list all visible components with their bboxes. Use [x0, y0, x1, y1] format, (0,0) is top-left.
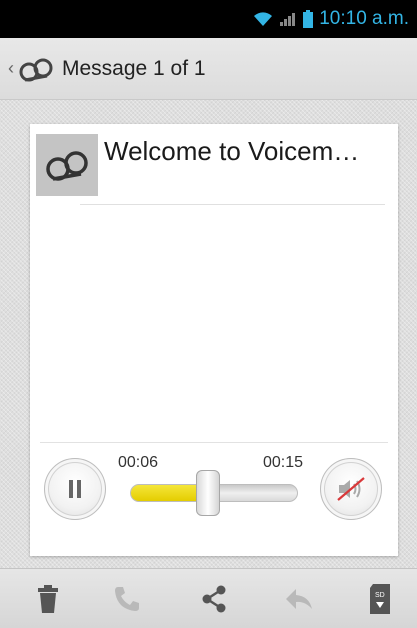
wifi-icon — [253, 11, 273, 27]
svg-text:SD: SD — [375, 592, 385, 599]
divider — [80, 204, 385, 205]
share-button[interactable] — [184, 569, 244, 628]
pause-button[interactable] — [44, 458, 106, 520]
message-card: Welcome to Voicem… 00:06 00:15 — [30, 124, 398, 556]
phone-icon — [115, 587, 139, 611]
share-icon — [202, 585, 226, 613]
total-time: 00:15 — [263, 454, 304, 471]
pause-icon — [69, 480, 81, 498]
speaker-muted-icon — [337, 477, 365, 501]
signal-icon — [279, 11, 297, 27]
screen-title: Message 1 of 1 — [62, 56, 206, 80]
voicemail-logo-icon[interactable] — [18, 54, 54, 84]
status-bar: 10:10 a.m. — [0, 0, 417, 38]
battery-icon — [303, 10, 314, 28]
seek-progress — [131, 485, 198, 501]
status-time: 10:10 a.m. — [319, 8, 409, 29]
mute-button[interactable] — [320, 458, 382, 520]
message-title: Welcome to Voicem… — [104, 136, 360, 166]
trash-icon — [38, 585, 58, 613]
chevron-left-icon[interactable]: ‹ — [8, 58, 14, 79]
reply-icon — [286, 589, 312, 609]
reply-button[interactable] — [269, 569, 329, 628]
call-button[interactable] — [97, 569, 157, 628]
message-header[interactable]: Welcome to Voicem… — [30, 124, 398, 204]
delete-button[interactable] — [18, 569, 78, 628]
sd-card-save-icon: SD — [370, 584, 390, 614]
seek-thumb[interactable] — [196, 470, 221, 516]
elapsed-time: 00:06 — [118, 454, 159, 471]
divider — [40, 442, 388, 443]
voicemail-logo-icon — [36, 134, 98, 196]
save-to-sd-button[interactable]: SD — [350, 569, 410, 628]
action-bar[interactable]: ‹ Message 1 of 1 — [0, 38, 417, 100]
bottom-toolbar: SD — [0, 568, 417, 628]
